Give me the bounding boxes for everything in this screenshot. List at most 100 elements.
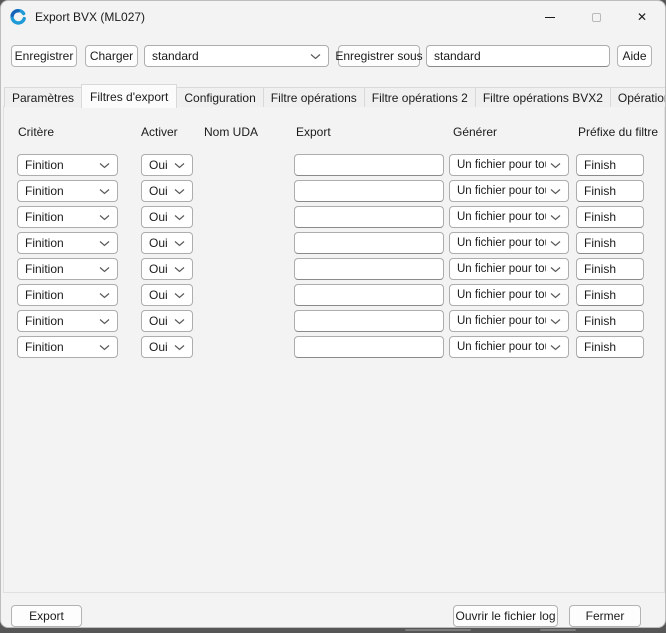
column-header-activer: Activer [141,125,178,139]
chevron-down-icon [174,318,185,325]
critere-select[interactable]: Finition [17,310,118,332]
preset-name-input[interactable] [426,45,610,67]
activer-select[interactable]: Oui [141,206,193,228]
chevron-down-icon [174,240,185,247]
activer-select[interactable]: Oui [141,180,193,202]
generer-select[interactable]: Un fichier pour toute [449,310,569,332]
critere-select-value: Finition [25,314,64,328]
chevron-down-icon [550,162,561,169]
prefixe-filtre-input[interactable] [576,154,644,176]
prefixe-filtre-input[interactable] [576,206,644,228]
chevron-down-icon [99,344,110,351]
generer-select[interactable]: Un fichier pour toute [449,284,569,306]
activer-select-value: Oui [149,184,168,198]
tab-filtre-operations-2[interactable]: Filtre opérations 2 [363,87,476,107]
chevron-down-icon [174,344,185,351]
export-input[interactable] [294,336,444,358]
activer-select-value: Oui [149,314,168,328]
critere-select[interactable]: Finition [17,336,118,358]
close-button[interactable]: ✕ [619,1,665,33]
activer-select-value: Oui [149,288,168,302]
activer-select-value: Oui [149,158,168,172]
tab-filtre-operations-bvx2[interactable]: Filtre opérations BVX2 [474,87,611,107]
table-row: Finition Oui Un fichier pour toute [1,178,665,204]
open-log-button[interactable]: Ouvrir le fichier log [453,605,558,627]
background-artifact [405,629,471,631]
critere-select[interactable]: Finition [17,284,118,306]
activer-select[interactable]: Oui [141,284,193,306]
activer-select[interactable]: Oui [141,154,193,176]
chevron-down-icon [550,292,561,299]
chevron-down-icon [99,318,110,325]
export-input[interactable] [294,232,444,254]
generer-select-value: Un fichier pour toute [457,185,546,197]
generer-select[interactable]: Un fichier pour toute [449,258,569,280]
chevron-down-icon [174,162,185,169]
tab-operations[interactable]: Opérations [609,87,665,107]
chevron-down-icon [550,240,561,247]
preset-combobox-value: standard [152,49,199,63]
generer-select[interactable]: Un fichier pour toute [449,232,569,254]
generer-select[interactable]: Un fichier pour toute [449,154,569,176]
generer-select-value: Un fichier pour toute [457,211,546,223]
prefixe-filtre-input[interactable] [576,284,644,306]
prefixe-filtre-input[interactable] [576,258,644,280]
export-input[interactable] [294,206,444,228]
activer-select-value: Oui [149,340,168,354]
activer-select[interactable]: Oui [141,232,193,254]
tab-parametres[interactable]: Paramètres [4,87,83,107]
table-row: Finition Oui Un fichier pour toute [1,334,665,360]
export-input[interactable] [294,258,444,280]
tab-filtre-operations[interactable]: Filtre opérations [262,87,365,107]
activer-select[interactable]: Oui [141,336,193,358]
generer-select-value: Un fichier pour toute [457,237,546,249]
chevron-down-icon [310,53,321,60]
activer-select[interactable]: Oui [141,310,193,332]
activer-select[interactable]: Oui [141,258,193,280]
export-input[interactable] [294,154,444,176]
preset-combobox[interactable]: standard [144,45,329,67]
tab-filtres-export[interactable]: Filtres d'export [81,84,178,108]
column-header-generer: Générer [453,125,498,139]
activer-select-value: Oui [149,236,168,250]
grid-headers: Critère Activer Nom UDA Export Générer P… [1,125,665,141]
export-button[interactable]: Export [11,605,82,627]
prefixe-filtre-input[interactable] [576,336,644,358]
prefixe-filtre-input[interactable] [576,232,644,254]
export-input[interactable] [294,310,444,332]
prefixe-filtre-input[interactable] [576,180,644,202]
save-button[interactable]: Enregistrer [11,45,77,67]
generer-select[interactable]: Un fichier pour toute [449,336,569,358]
export-input[interactable] [294,180,444,202]
tab-configuration[interactable]: Configuration [176,87,264,107]
generer-select-value: Un fichier pour toute [457,263,546,275]
chevron-down-icon [550,318,561,325]
export-input[interactable] [294,284,444,306]
maximize-button[interactable] [573,1,619,33]
critere-select[interactable]: Finition [17,180,118,202]
chevron-down-icon [99,188,110,195]
column-header-prefixe-filtre: Préfixe du filtre [578,125,659,139]
generer-select[interactable]: Un fichier pour toute [449,206,569,228]
critere-select[interactable]: Finition [17,258,118,280]
table-row: Finition Oui Un fichier pour toute [1,230,665,256]
help-button[interactable]: Aide [617,45,652,67]
critere-select[interactable]: Finition [17,206,118,228]
chevron-down-icon [550,266,561,273]
generer-select-value: Un fichier pour toute [457,315,546,327]
critere-select[interactable]: Finition [17,232,118,254]
minimize-button[interactable] [527,1,573,33]
app-icon [10,9,26,25]
prefixe-filtre-input[interactable] [576,310,644,332]
close-dialog-button[interactable]: Fermer [569,605,641,627]
generer-select[interactable]: Un fichier pour toute [449,180,569,202]
table-row: Finition Oui Un fichier pour toute [1,256,665,282]
column-header-critere: Critère [18,125,55,139]
save-as-button[interactable]: Enregistrer sous [335,45,423,67]
filter-rows: Finition Oui Un fichier pour toute [1,152,665,360]
critere-select[interactable]: Finition [17,154,118,176]
load-button[interactable]: Charger [85,45,138,67]
critere-select-value: Finition [25,210,64,224]
chevron-down-icon [174,292,185,299]
background-artifact [540,629,576,631]
